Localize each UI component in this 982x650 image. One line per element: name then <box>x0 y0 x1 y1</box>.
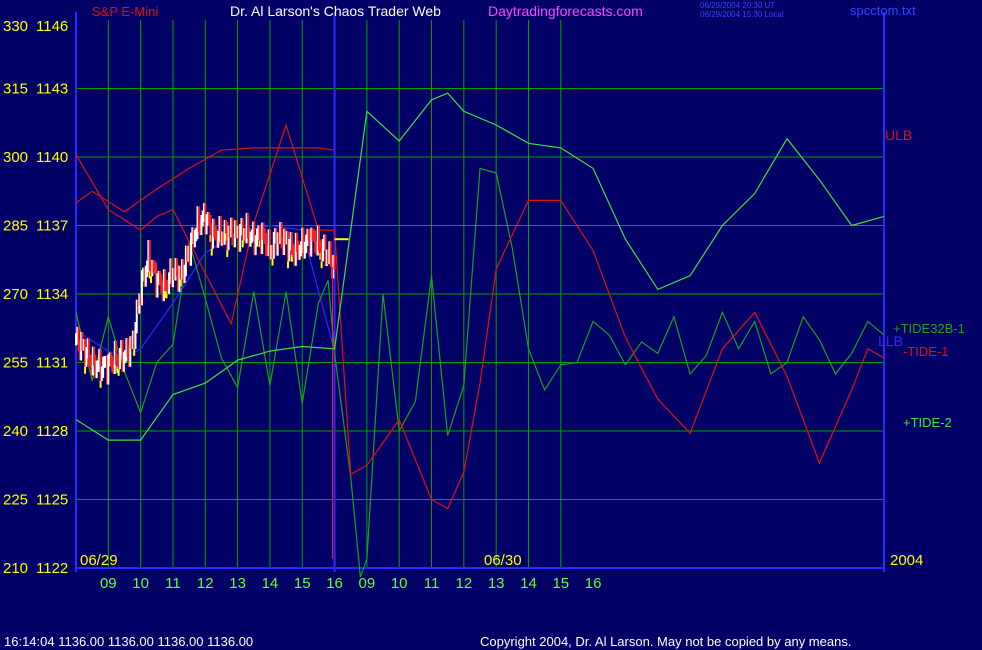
year-label: 2004 <box>890 552 923 569</box>
price-tick-label: 1143 <box>36 81 68 98</box>
price-tick-label: 1134 <box>36 286 68 303</box>
time-tick-label: 16 <box>585 575 602 592</box>
timestamp-local: 06/29/2004 15:30 Local <box>700 10 784 19</box>
instrument-label: S&P E-Mini <box>92 4 158 19</box>
chart: 330 1146 315 1143 300 1140 285 1137 270 1134 255 11… <box>0 0 982 650</box>
copyright: Copyright 2004, Dr. Al Larson. May not b… <box>480 634 851 649</box>
cycle-tick-label: 285 <box>3 218 28 235</box>
time-tick-label: 13 <box>229 575 246 592</box>
cycle-tick-label: 240 <box>3 423 28 440</box>
time-tick-label: 11 <box>165 575 181 592</box>
site-url[interactable]: Daytradingforecasts.com <box>488 3 643 19</box>
cycle-tick-label: 270 <box>3 286 28 303</box>
last-quote: 16:14:04 1136.00 1136.00 1136.00 1136.00 <box>4 634 253 649</box>
price-tick-label: 1128 <box>36 423 68 440</box>
cycle-tick-label: 300 <box>3 149 28 166</box>
time-tick-label: 13 <box>488 575 505 592</box>
date-label-day2: 06/30 <box>484 552 522 569</box>
legend-ulb: ULB <box>885 127 912 143</box>
timestamp-ut: 06/29/2004 20:30 UT <box>700 1 775 10</box>
time-tick-label: 09 <box>359 575 376 592</box>
price-tick-label: 1131 <box>36 355 68 372</box>
time-tick-label: 12 <box>197 575 214 592</box>
time-tick-label: 15 <box>294 575 311 592</box>
time-tick-label: 14 <box>520 575 537 592</box>
cycle-tick-label: 330 <box>3 18 28 35</box>
cycle-tick-label: 315 <box>3 81 28 98</box>
time-tick-label: 12 <box>455 575 472 592</box>
time-tick-label: 16 <box>326 575 343 592</box>
time-tick-label: 15 <box>552 575 569 592</box>
price-tick-label: 1146 <box>36 18 68 35</box>
site-title: Dr. Al Larson's Chaos Trader Web <box>230 3 441 19</box>
cycle-tick-label: 210 <box>3 560 28 577</box>
data-filename: spcctom.txt <box>850 3 916 18</box>
time-tick-label: 14 <box>262 575 279 592</box>
time-tick-label: 09 <box>100 575 117 592</box>
legend-tide1: -TIDE-1 <box>903 344 949 359</box>
price-tick-label: 1140 <box>36 149 68 166</box>
cycle-tick-label: 225 <box>3 492 28 509</box>
time-tick-label: 10 <box>132 575 149 592</box>
price-tick-label: 1122 <box>36 560 68 577</box>
time-tick-label: 11 <box>424 575 440 592</box>
price-tick-label: 1125 <box>36 492 68 509</box>
legend-tide32b: +TIDE32B-1 <box>893 321 965 336</box>
cycle-tick-label: 255 <box>3 355 28 372</box>
legend-tide2: +TIDE-2 <box>903 415 952 430</box>
time-tick-label: 10 <box>391 575 408 592</box>
date-label-day1: 06/29 <box>80 552 118 569</box>
price-tick-label: 1137 <box>36 218 68 235</box>
